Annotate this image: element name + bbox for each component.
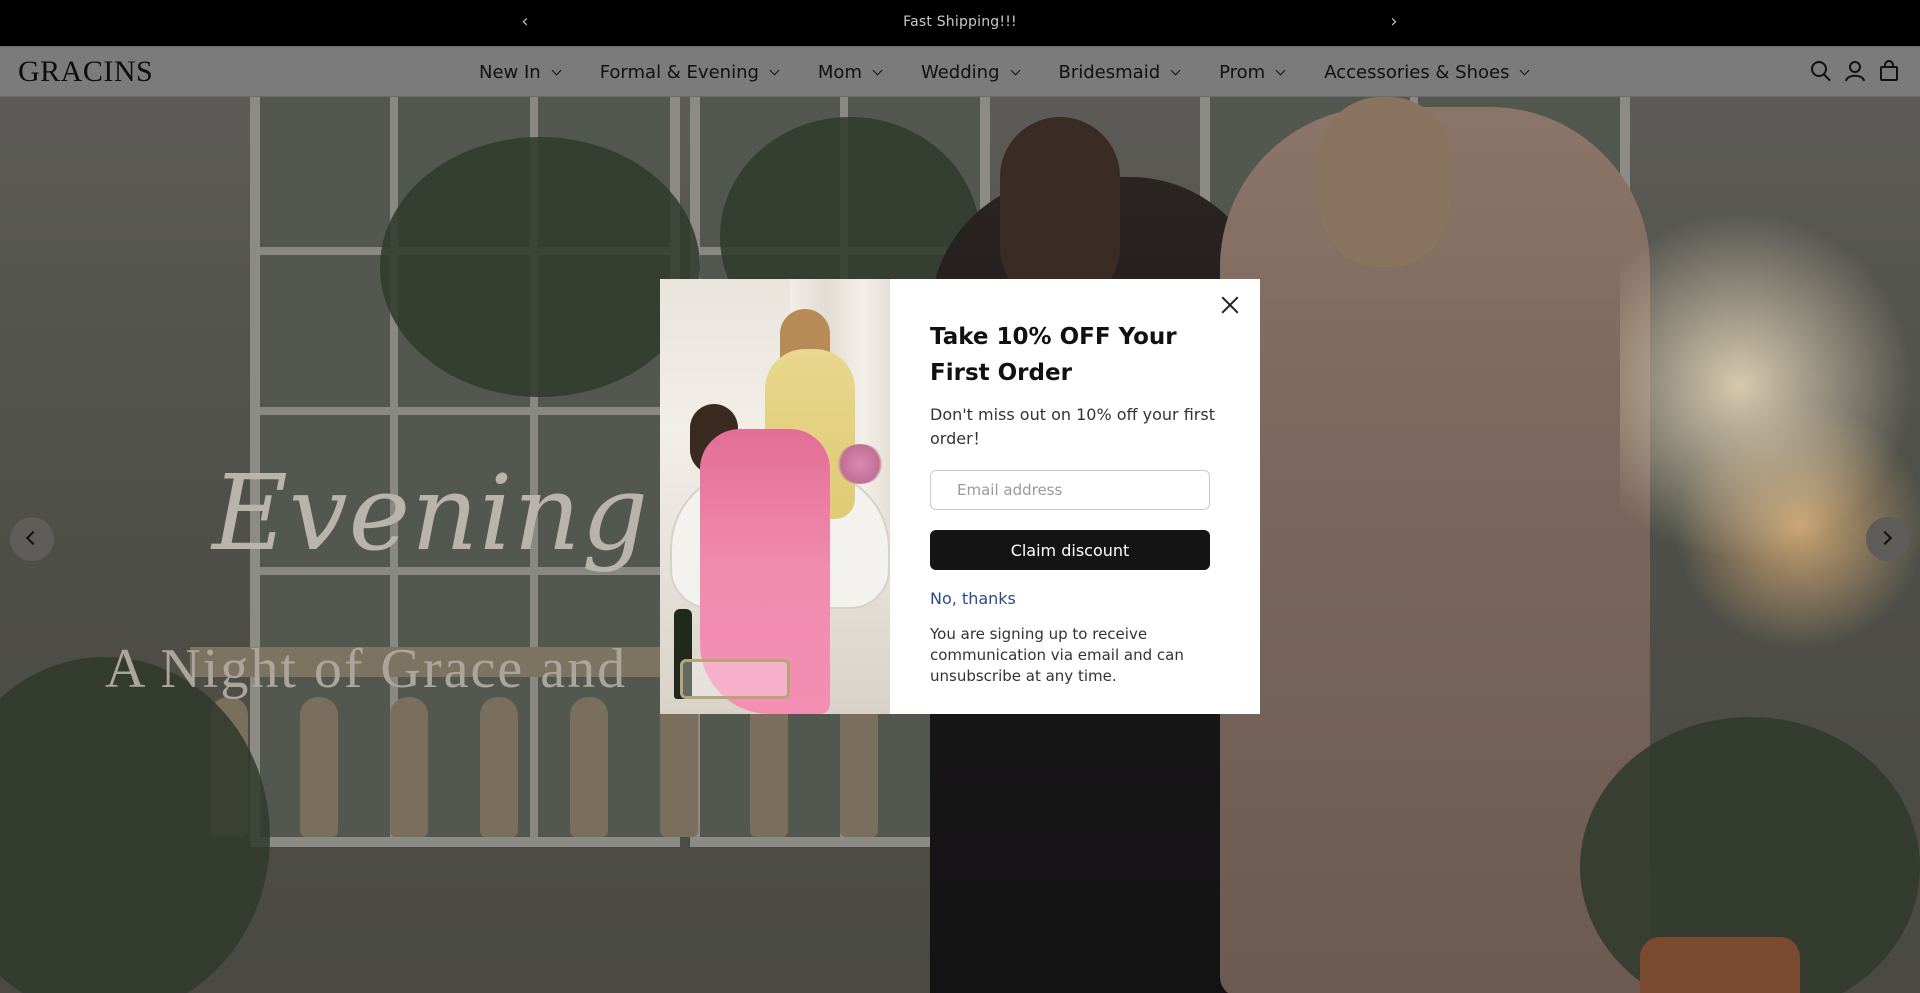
nav-label: Wedding xyxy=(920,62,1000,83)
palm-foliage xyxy=(380,137,700,397)
nav-item-wedding[interactable]: Wedding xyxy=(920,62,1020,83)
nav-label: Bridesmaid xyxy=(1058,62,1161,83)
chevron-down-icon xyxy=(1520,65,1530,76)
slider-prev-button[interactable] xyxy=(10,517,54,561)
nav-label: New In xyxy=(479,62,541,83)
discount-popup: Take 10% OFF Your First Order Don't miss… xyxy=(660,279,1260,714)
popup-content: Take 10% OFF Your First Order Don't miss… xyxy=(890,279,1260,714)
announcement-bar: ‹ Fast Shipping!!! › xyxy=(0,0,1920,46)
cart-icon[interactable] xyxy=(1878,59,1900,83)
announcement-next-button[interactable]: › xyxy=(1382,11,1406,35)
search-icon[interactable] xyxy=(1810,59,1832,83)
popup-description: Don't miss out on 10% off your first ord… xyxy=(930,405,1215,448)
nav-item-formal-evening[interactable]: Formal & Evening xyxy=(599,62,780,83)
account-icon[interactable] xyxy=(1844,59,1866,83)
nav-item-bridesmaid[interactable]: Bridesmaid xyxy=(1058,62,1181,83)
chevron-down-icon xyxy=(1170,65,1181,76)
popup-image xyxy=(660,279,890,714)
hero-subtitle: A Night of Grace and xyxy=(105,638,628,700)
bouquet xyxy=(835,444,885,484)
chevron-down-icon xyxy=(1010,65,1020,76)
chevron-down-icon xyxy=(551,65,562,76)
no-thanks-link[interactable]: No, thanks xyxy=(930,589,1016,608)
close-icon[interactable] xyxy=(1216,291,1244,319)
chevron-right-icon xyxy=(1877,530,1893,546)
email-field[interactable] xyxy=(930,470,1210,510)
popup-fine-print: You are signing up to receive communicat… xyxy=(930,625,1184,685)
chevron-left-icon xyxy=(25,530,41,546)
nav-label: Prom xyxy=(1219,62,1266,83)
nav-item-mom[interactable]: Mom xyxy=(817,62,883,83)
nav-label: Formal & Evening xyxy=(599,62,759,83)
chevron-down-icon xyxy=(872,65,883,76)
chevron-down-icon xyxy=(1275,65,1286,76)
nav-item-accessories-shoes[interactable]: Accessories & Shoes xyxy=(1324,62,1530,83)
popup-title: Take 10% OFF Your First Order xyxy=(930,324,1177,386)
nav-label: Accessories & Shoes xyxy=(1324,62,1510,83)
header-icons xyxy=(1810,59,1900,83)
claim-discount-button[interactable]: Claim discount xyxy=(930,530,1210,570)
site-header: GRACINS New In Formal & Evening Mom Wedd… xyxy=(0,46,1920,97)
announcement-message: Fast Shipping!!! xyxy=(903,14,1017,30)
chevron-down-icon xyxy=(769,65,780,76)
model-head xyxy=(1320,97,1450,267)
nav-item-new-in[interactable]: New In xyxy=(479,62,562,83)
tray xyxy=(680,659,790,699)
nav-item-prom[interactable]: Prom xyxy=(1219,62,1286,83)
plant-pot xyxy=(1640,937,1800,993)
nav-label: Mom xyxy=(817,62,862,83)
orchid-arrangement xyxy=(1620,217,1920,777)
brand-logo[interactable]: GRACINS xyxy=(18,55,153,89)
main-nav: New In Formal & Evening Mom Wedding Brid… xyxy=(479,47,1568,98)
slider-next-button[interactable] xyxy=(1866,517,1910,561)
